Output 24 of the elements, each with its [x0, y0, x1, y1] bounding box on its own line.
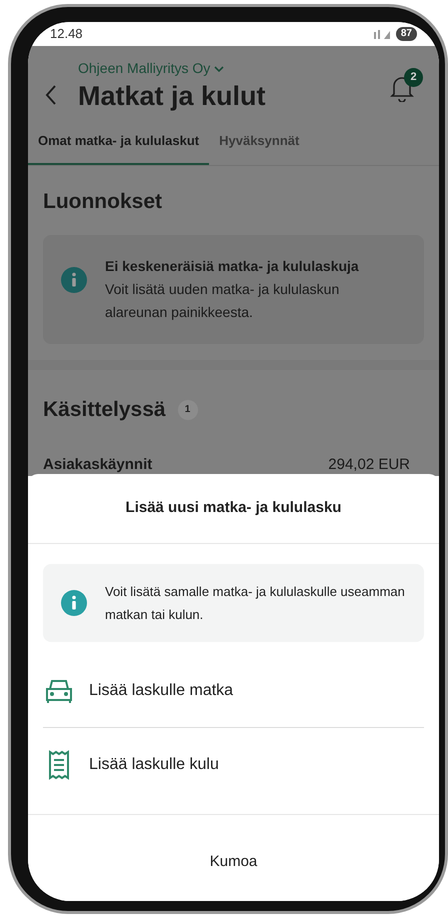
car-icon	[44, 678, 74, 704]
count-badge: 1	[178, 400, 198, 420]
bell-icon[interactable]	[389, 74, 415, 102]
back-icon[interactable]	[44, 84, 58, 106]
info-text: Voit lisätä uuden matka- ja kululaskun alareunan painikkeesta.	[105, 280, 340, 322]
expense-amount: 294,02 EUR	[328, 454, 410, 474]
info-title: Ei keskeneräisiä matka- ja kululaskuja	[105, 257, 360, 276]
battery-level: 87	[396, 27, 417, 41]
chevron-down-icon	[214, 66, 224, 72]
section-title: Käsittelyssä	[43, 397, 166, 423]
notification-badge: 2	[404, 68, 423, 87]
sheet-title: Lisää uusi matka- ja kululasku	[126, 498, 342, 518]
info-icon	[61, 267, 87, 293]
signal-icon	[374, 29, 392, 39]
action-item[interactable]: Lisää laskulle kulu	[43, 728, 424, 802]
info-icon	[61, 590, 87, 616]
expense-name: Asiakaskäynnit	[43, 454, 152, 474]
section-title: Luonnokset	[43, 188, 163, 214]
action-item[interactable]: Lisää laskulle matka	[43, 654, 424, 728]
receipt-icon	[47, 750, 71, 780]
info-text: Voit lisätä samalle matka- ja kululaskulle useamman matkan tai kulun.	[105, 583, 406, 624]
status-time: 12.48	[50, 25, 83, 44]
cancel-button[interactable]: Kumoa	[210, 851, 258, 874]
page-title: Matkat ja kulut	[78, 80, 267, 113]
